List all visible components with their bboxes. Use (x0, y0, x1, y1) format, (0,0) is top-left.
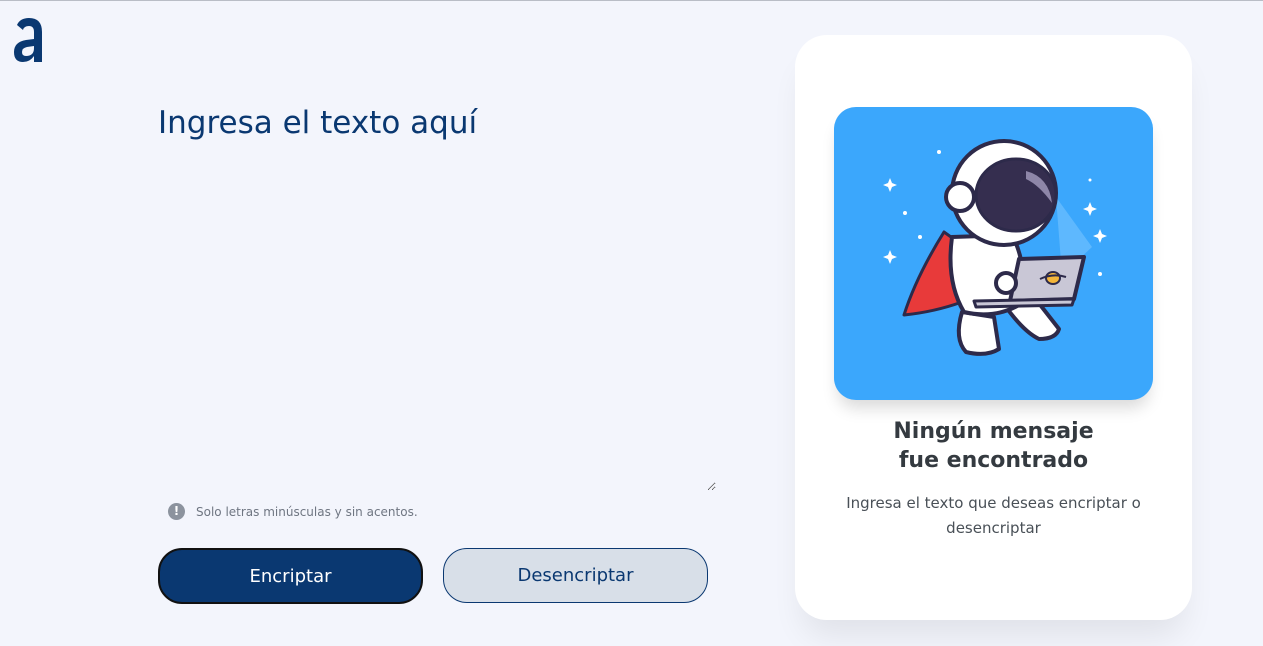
text-input[interactable] (158, 101, 716, 491)
astronaut-illustration (834, 107, 1153, 400)
input-hint: ! Solo letras minúsculas y sin acentos. (168, 503, 418, 520)
empty-state-title: Ningún mensaje fue encontrado (795, 417, 1192, 475)
encrypt-button[interactable]: Encriptar (158, 548, 423, 604)
decrypt-button[interactable]: Desencriptar (443, 548, 708, 603)
empty-state-title-line2: fue encontrado (898, 448, 1089, 473)
empty-state-description: Ingresa el texto que deseas encriptar o … (846, 494, 1141, 537)
info-icon: ! (168, 503, 185, 520)
hint-text: Solo letras minúsculas y sin acentos. (196, 504, 418, 519)
logo-icon (12, 16, 46, 64)
empty-state-title-line1: Ningún mensaje (893, 419, 1094, 444)
output-panel: Ningún mensaje fue encontrado Ingresa el… (795, 35, 1192, 620)
